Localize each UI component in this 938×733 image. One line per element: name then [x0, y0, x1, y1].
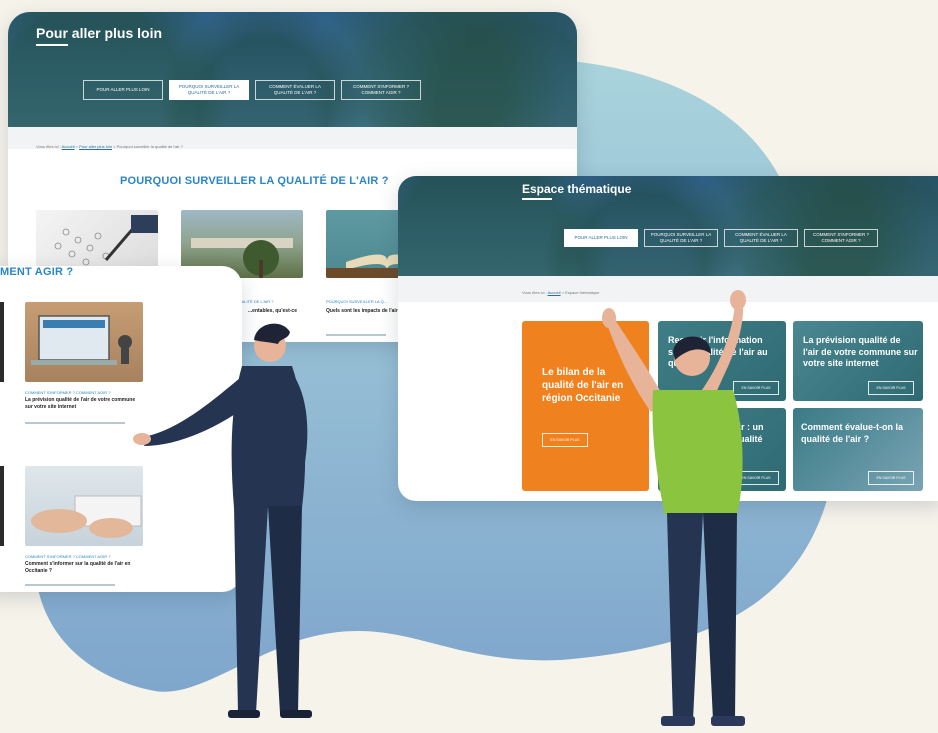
- breadcrumb-current: Pourquoi surveiller la qualité de l'air …: [116, 144, 183, 149]
- breadcrumb-link[interactable]: Pour aller plus loin: [79, 144, 112, 149]
- breadcrumb-separator: >: [561, 290, 564, 295]
- laptop-icon: [31, 315, 132, 365]
- section-title: POURQUOI SURVEILLER LA QUALITÉ DE L'AIR …: [120, 175, 389, 187]
- card-tags-line: [25, 584, 115, 586]
- card-tags-line: [25, 422, 125, 424]
- nav-pourquoi-surveiller[interactable]: POURQUOI SURVEILLER LA QUALITÉ DE L'AIR …: [169, 80, 249, 100]
- card-title[interactable]: ...entables, qu'est-ce: [248, 308, 308, 315]
- hero-title-underline: [522, 198, 552, 200]
- breadcrumb-separator: >: [75, 144, 78, 149]
- hero-title-underline: [36, 44, 68, 46]
- breadcrumb-prefix: Vous êtes ici :: [522, 290, 547, 295]
- tile-title: La prévision qualité de l'air de votre c…: [803, 335, 918, 369]
- tile-comment-evalue[interactable]: Comment évalue-t-on la qualité de l'air …: [793, 408, 923, 491]
- nav-comment-sinformer[interactable]: COMMENT S'INFORMER ? COMMENT AGIR ?: [341, 80, 421, 100]
- tile-button[interactable]: EN SAVOIR PLUS: [868, 471, 914, 485]
- woman-green-shirt-illustration: [602, 290, 746, 726]
- cropped-thumbnail: [0, 302, 4, 382]
- breadcrumb-prefix: Vous êtes ici :: [36, 144, 61, 149]
- breadcrumb-home-link[interactable]: Accueil: [62, 144, 75, 149]
- hero-title: Pour aller plus loin: [36, 25, 163, 41]
- card-thumbnail[interactable]: [25, 302, 143, 382]
- cropped-thumbnail: [0, 466, 4, 546]
- tile-button[interactable]: EN SAVOIR PLUS: [542, 433, 588, 447]
- breadcrumb: Vous êtes ici : Accueil > Espace thémati…: [522, 290, 599, 295]
- nav-comment-evaluer[interactable]: COMMENT ÉVALUER LA QUALITÉ DE L'AIR ?: [724, 229, 798, 247]
- card-tag: COMMENT S'INFORMER ? COMMENT AGIR ?: [25, 554, 111, 559]
- tile-title: Comment évalue-t-on la qualité de l'air …: [801, 422, 904, 444]
- section-title: MENT AGIR ?: [0, 266, 74, 278]
- card-title[interactable]: La prévision qualité de l'air de votre c…: [25, 397, 143, 410]
- breadcrumb-home-link[interactable]: Accueil: [548, 290, 561, 295]
- tile-prevision-commune[interactable]: La prévision qualité de l'air de votre c…: [793, 321, 923, 401]
- nav-pourquoi-surveiller[interactable]: POURQUOI SURVEILLER LA QUALITÉ DE L'AIR …: [644, 229, 718, 247]
- nav-comment-sinformer[interactable]: COMMENT S'INFORMER ? COMMENT AGIR ?: [804, 229, 878, 247]
- hero-banner: Espace thématique POUR ALLER PLUS LOIN P…: [398, 176, 938, 276]
- card-title[interactable]: Comment s'informer sur la qualité de l'a…: [25, 561, 143, 574]
- breadcrumb-separator: >: [113, 144, 116, 149]
- hands-keyboard-icon: [31, 495, 142, 538]
- card-thumbnail[interactable]: [25, 466, 143, 546]
- tile-button[interactable]: EN SAVOIR PLUS: [868, 381, 914, 395]
- hero-title: Espace thématique: [522, 182, 632, 196]
- nav-pour-aller-plus-loin[interactable]: POUR ALLER PLUS LOIN: [83, 80, 163, 100]
- businessman-illustration: [133, 323, 312, 718]
- breadcrumb: Vous êtes ici : Accueil > Pour aller plu…: [36, 144, 183, 149]
- nav-comment-evaluer[interactable]: COMMENT ÉVALUER LA QUALITÉ DE L'AIR ?: [255, 80, 335, 100]
- hero-banner: Pour aller plus loin POUR ALLER PLUS LOI…: [8, 12, 577, 127]
- card-tag: COMMENT S'INFORMER ? COMMENT AGIR ?: [25, 390, 111, 395]
- nav-pour-aller-plus-loin[interactable]: POUR ALLER PLUS LOIN: [564, 229, 638, 247]
- card-tag: POURQUOI SURVEILLER LA Q...: [326, 299, 388, 304]
